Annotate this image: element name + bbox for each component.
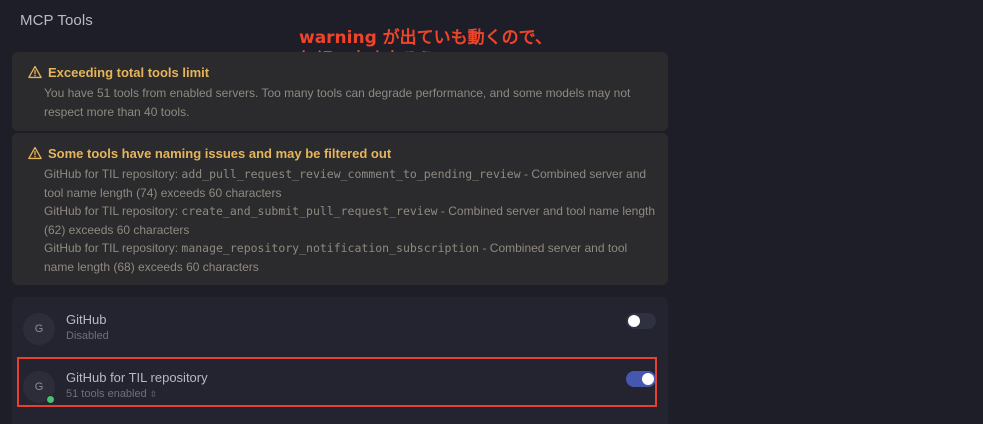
warning-header: Some tools have naming issues and may be… (28, 144, 656, 162)
server-toggle-github[interactable] (626, 313, 656, 329)
issue-server: GitHub for TIL repository: (44, 241, 182, 255)
chevron-updown-icon: ⇳ (149, 389, 158, 399)
server-avatar: G (23, 313, 55, 345)
warning-title: Exceeding total tools limit (48, 64, 210, 80)
mcp-tools-page: MCP Tools warning が出ていも動くので、 無視で大丈夫そう Ex… (0, 0, 983, 424)
section-title: MCP Tools (20, 12, 93, 29)
warning-body: You have 51 tools from enabled servers. … (44, 86, 631, 119)
naming-issue-list: GitHub for TIL repository: add_pull_requ… (44, 165, 656, 276)
issue-tool-name: add_pull_request_review_comment_to_pendi… (181, 167, 521, 181)
issue-tool-name: manage_repository_notification_subscript… (181, 241, 480, 255)
issue-server: GitHub for TIL repository: (44, 167, 182, 181)
issue-server: GitHub for TIL repository: (44, 204, 182, 218)
warning-title: Some tools have naming issues and may be… (48, 145, 392, 161)
server-status: Disabled (66, 330, 109, 342)
server-status: 51 tools enabled (66, 388, 147, 400)
naming-issue-item: GitHub for TIL repository: add_pull_requ… (44, 165, 656, 202)
server-row-github[interactable]: G GitHub Disabled (12, 302, 668, 352)
server-name: GitHub (66, 312, 107, 327)
server-row-github-til[interactable]: G GitHub for TIL repository 51 tools ena… (12, 360, 668, 410)
server-name: GitHub for TIL repository (66, 370, 208, 385)
warning-triangle-icon (28, 146, 42, 160)
naming-issue-item: GitHub for TIL repository: manage_reposi… (44, 239, 656, 276)
tools-limit-warning: Exceeding total tools limit You have 51 … (12, 52, 668, 131)
toggle-knob (642, 373, 654, 385)
server-tools-expander[interactable]: 51 tools enabled ⇳ (66, 388, 157, 400)
mcp-server-list: G GitHub Disabled G GitHub for TIL repos… (12, 297, 668, 424)
warning-header: Exceeding total tools limit (28, 63, 656, 81)
naming-issue-item: GitHub for TIL repository: create_and_su… (44, 202, 656, 239)
toggle-knob (628, 315, 640, 327)
status-dot-icon (46, 395, 55, 404)
warning-triangle-icon (28, 65, 42, 79)
issue-tool-name: create_and_submit_pull_request_review (181, 204, 438, 218)
server-toggle-github-til[interactable] (626, 371, 656, 387)
naming-issues-warning: Some tools have naming issues and may be… (12, 133, 668, 285)
